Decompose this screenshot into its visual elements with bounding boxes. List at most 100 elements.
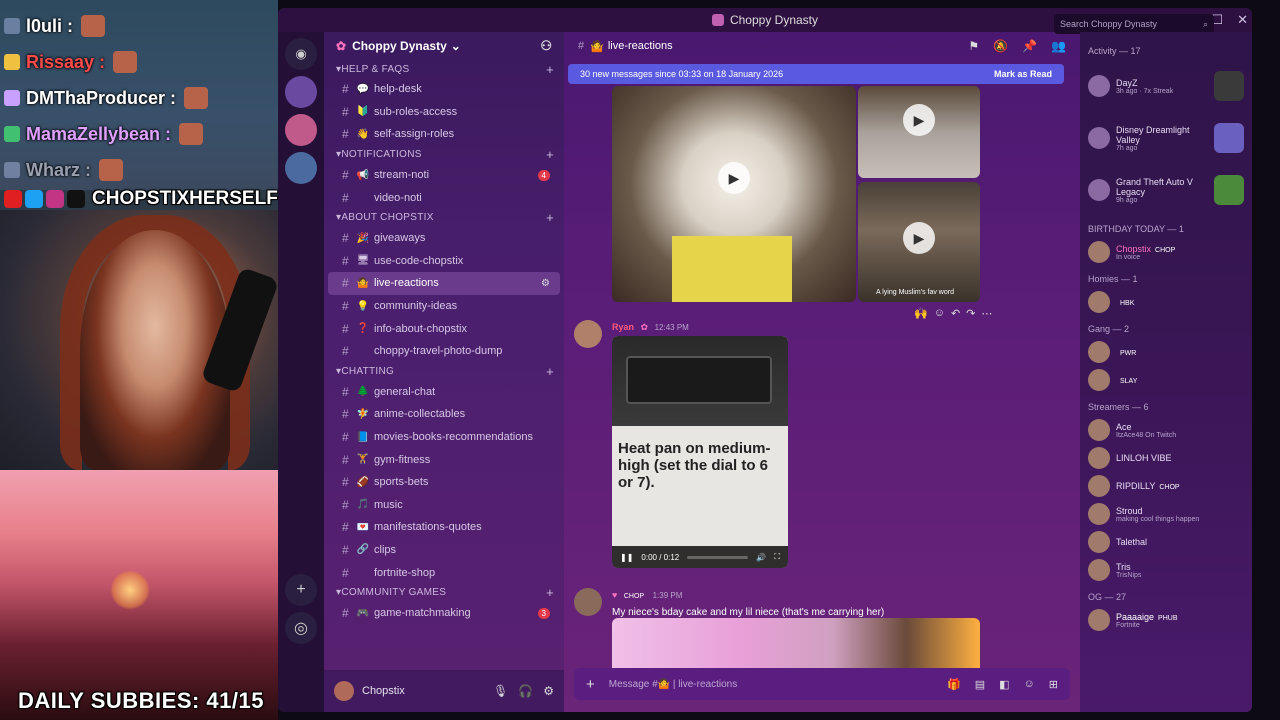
server-icon[interactable] — [285, 152, 317, 184]
forward-icon[interactable]: ↷ — [966, 307, 975, 320]
activity-item[interactable]: Disney Dreamlight Valley 7h ago — [1088, 112, 1244, 164]
channel-item[interactable]: # 🤷 live-reactions ⚙ — [328, 272, 560, 295]
member-item[interactable]: Talethal — [1088, 528, 1244, 556]
member-item[interactable]: Ace ItzAce48 On Twitch — [1088, 416, 1244, 444]
member-item[interactable]: Paaaaige PHUB Fortnite — [1088, 606, 1244, 634]
channel-item[interactable]: # ❓ info-about-chopstix — [328, 317, 560, 340]
member-item[interactable]: Stroud making cool things happen — [1088, 500, 1244, 528]
members-icon[interactable]: 👥 — [1051, 39, 1066, 53]
headset-icon[interactable]: 🎧 — [518, 684, 533, 698]
close-button[interactable]: ✕ — [1237, 12, 1248, 28]
reaction-icon[interactable]: 🙌 — [914, 307, 928, 320]
channel-item[interactable]: # 🏈 sports-bets — [328, 471, 560, 494]
play-icon[interactable]: ▶ — [903, 104, 935, 136]
category-header[interactable]: ▾ NOTIFICATIONS + — [324, 146, 564, 164]
volume-icon[interactable]: 🔊 — [756, 553, 766, 562]
category-header[interactable]: ▾ ABOUT CHOPSTIX + — [324, 209, 564, 227]
add-channel-icon[interactable]: + — [546, 585, 554, 600]
channel-label: community-ideas — [374, 300, 458, 313]
add-channel-icon[interactable]: + — [546, 62, 554, 77]
video-progress[interactable] — [687, 555, 749, 559]
member-item[interactable]: Chopstix CHOP In voice — [1088, 238, 1244, 266]
channel-item[interactable]: # 🌲 general-chat — [328, 381, 560, 404]
explore-icon[interactable]: ◎ — [285, 612, 317, 644]
channel-item[interactable]: # 👋 self-assign-roles — [328, 123, 560, 146]
channel-item[interactable]: # choppy-travel-photo-dump — [328, 340, 560, 363]
gif-icon[interactable]: ▤ — [975, 678, 985, 691]
activity-item[interactable]: Grand Theft Auto V Legacy 9h ago — [1088, 164, 1244, 216]
mute-icon[interactable]: 🔕 — [993, 39, 1008, 53]
play-icon[interactable]: ▶ — [718, 162, 750, 194]
channel-item[interactable]: # 📢 stream-noti 4 — [328, 164, 560, 187]
channel-item[interactable]: # 🏋 gym-fitness — [328, 448, 560, 471]
hash-icon: # — [342, 344, 349, 359]
channel-item[interactable]: # 🎉 giveaways — [328, 227, 560, 250]
gift-icon[interactable]: 🎁 — [947, 678, 961, 691]
activity-item[interactable]: DayZ 3h ago · 7x Streak — [1088, 60, 1244, 112]
play-icon[interactable]: ▶ — [903, 222, 935, 254]
add-channel-icon[interactable]: + — [546, 364, 554, 379]
settings-icon[interactable]: ⚙ — [543, 684, 554, 698]
video-attachment[interactable]: ▶ — [858, 86, 980, 178]
emoji-icon[interactable]: ☺ — [1024, 678, 1035, 691]
member-tag: SLAY — [1120, 378, 1138, 385]
discord-home-icon[interactable]: ◉ — [285, 38, 317, 70]
search-input[interactable]: Search Choppy Dynasty ⌕ — [1054, 14, 1214, 34]
server-header[interactable]: ✿ Choppy Dynasty ⌄ ⚇ — [324, 32, 564, 60]
apps-icon[interactable]: ⊞ — [1049, 678, 1058, 691]
avatar — [1088, 531, 1110, 553]
avatar[interactable] — [334, 681, 354, 701]
channel-item[interactable]: # 🎮 game-matchmaking 3 — [328, 602, 560, 625]
social-icons: CHOPSTIXHERSELF — [4, 188, 278, 210]
channel-item[interactable]: # 🖥 use-code-chopstix — [328, 250, 560, 273]
category-header[interactable]: ▾ CHATTING + — [324, 363, 564, 381]
member-item[interactable]: PWR — [1088, 338, 1244, 366]
video-player[interactable]: Heat pan on medium-high (set the dial to… — [612, 336, 788, 568]
channel-item[interactable]: # 🧚 anime-collectables — [328, 403, 560, 426]
message-input[interactable]: Message #🤷 | live-reactions — [609, 679, 737, 690]
member-item[interactable]: SLAY — [1088, 366, 1244, 394]
add-server-icon[interactable]: + — [285, 574, 317, 606]
channel-item[interactable]: # fortnite-shop — [328, 561, 560, 584]
add-channel-icon[interactable]: + — [546, 210, 554, 225]
webcam-feed — [0, 210, 280, 470]
member-item[interactable]: LINLOH VIBE — [1088, 444, 1244, 472]
member-item[interactable]: HBK — [1088, 288, 1244, 316]
channel-settings-icon[interactable]: ⚙ — [541, 278, 550, 289]
channel-item[interactable]: # 🔰 sub-roles-access — [328, 101, 560, 124]
member-item[interactable]: Tris TrisNips — [1088, 556, 1244, 584]
channel-item[interactable]: # 💡 community-ideas — [328, 295, 560, 318]
mark-as-read-button[interactable]: Mark as Read — [994, 69, 1052, 79]
author-name[interactable]: Ryan — [612, 322, 634, 332]
category-header[interactable]: ▾ HELP & FAQS + — [324, 60, 564, 78]
add-channel-icon[interactable]: + — [546, 147, 554, 162]
channel-item[interactable]: # 📘 movies-books-recommendations — [328, 426, 560, 449]
new-messages-bar[interactable]: 30 new messages since 03:33 on 18 Januar… — [568, 64, 1064, 84]
member-item[interactable]: RIPDILLY CHOP — [1088, 472, 1244, 500]
add-member-icon[interactable]: ⚇ — [540, 38, 552, 54]
reply-icon[interactable]: ↶ — [951, 307, 960, 320]
server-icon[interactable] — [285, 76, 317, 108]
server-icon[interactable] — [285, 114, 317, 146]
avatar[interactable] — [574, 320, 602, 348]
sticker-icon[interactable]: ◧ — [999, 678, 1009, 691]
channel-item[interactable]: # 🎵 music — [328, 494, 560, 517]
video-attachment[interactable]: ▶ A lying Muslim's fav word — [858, 182, 980, 302]
add-attachment-icon[interactable]: + — [586, 676, 595, 693]
pause-icon[interactable]: ❚❚ — [620, 553, 633, 562]
channel-item[interactable]: # 💌 manifestations-quotes — [328, 516, 560, 539]
channel-item[interactable]: # video-noti — [328, 186, 560, 209]
add-reaction-icon[interactable]: ☺ — [934, 307, 945, 320]
fullscreen-icon[interactable]: ⛶ — [774, 552, 780, 562]
more-icon[interactable]: ⋯ — [981, 307, 992, 320]
video-attachment[interactable]: ▶ — [612, 86, 856, 302]
mic-icon[interactable]: 🎙 — [493, 684, 508, 698]
avatar[interactable] — [574, 588, 602, 616]
hash-icon: # — [342, 606, 349, 621]
pin-icon[interactable]: 📌 — [1022, 39, 1037, 53]
activity-name: DayZ — [1116, 77, 1138, 88]
channel-item[interactable]: # 💬 help-desk — [328, 78, 560, 101]
category-header[interactable]: ▾ COMMUNITY GAMES + — [324, 584, 564, 602]
channel-item[interactable]: # 🔗 clips — [328, 539, 560, 562]
threads-icon[interactable]: ⚑ — [968, 39, 979, 53]
